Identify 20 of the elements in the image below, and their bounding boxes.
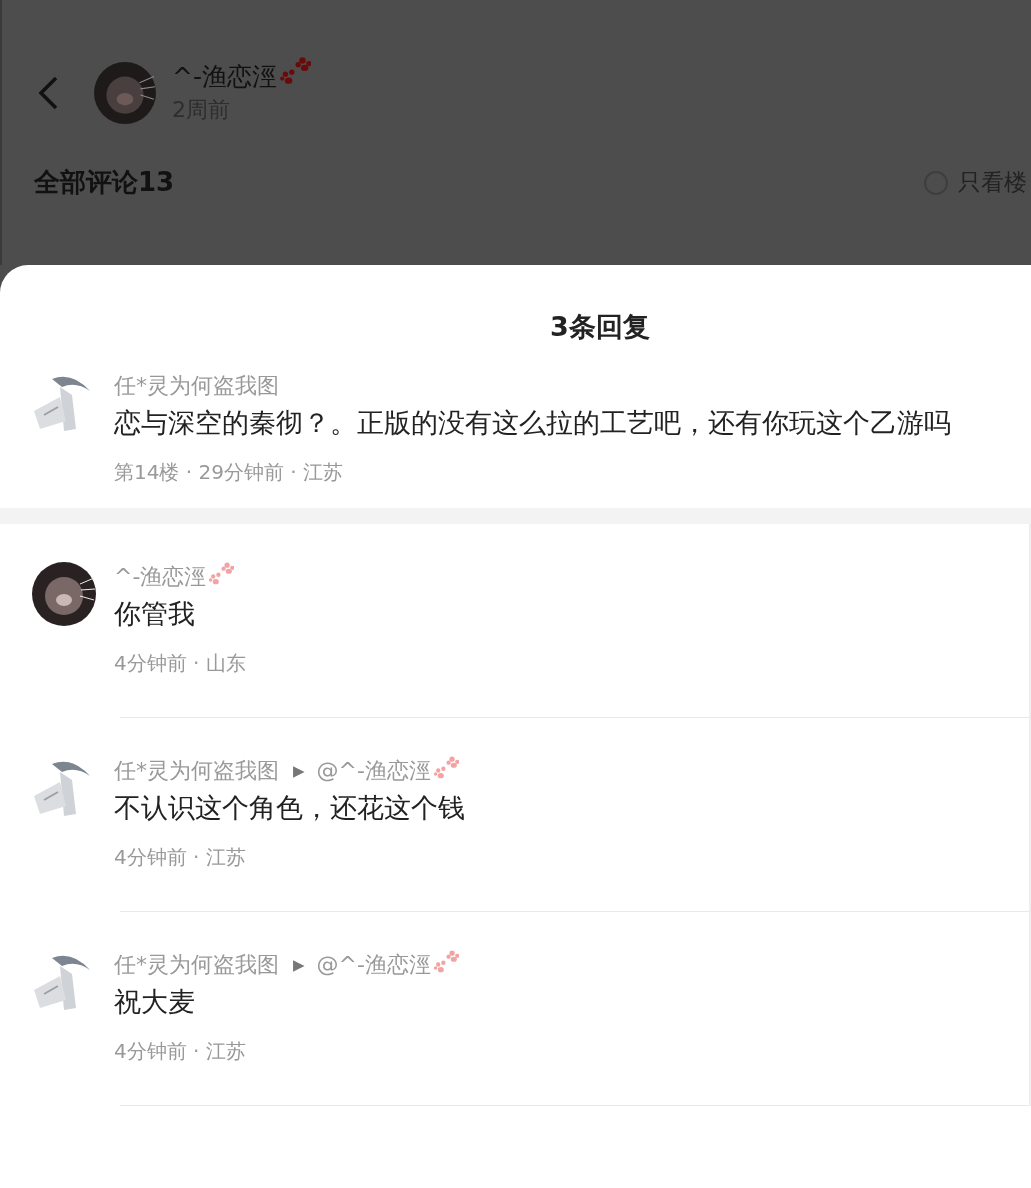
reply-text: 你管我 bbox=[114, 597, 196, 631]
reply-meta: 4分钟前 · 江苏 bbox=[114, 844, 247, 871]
comment-text: 恋与深空的秦彻？。正版的没有这么拉的工艺吧，还有你玩这个乙游吗 bbox=[114, 406, 951, 440]
mentioned-user[interactable]: @^-渔恋涇 bbox=[316, 950, 431, 980]
commenter-name[interactable]: 任*灵为何盗我图 bbox=[114, 950, 279, 980]
commenter-name[interactable]: 任*灵为何盗我图 bbox=[114, 756, 279, 786]
reply-text: 不认识这个角色，还花这个钱 bbox=[114, 791, 465, 825]
reply-arrow: ▶ bbox=[293, 762, 305, 780]
reply-meta: 4分钟前 · 江苏 bbox=[114, 1038, 247, 1065]
back-icon[interactable] bbox=[36, 74, 60, 111]
reply-arrow: ▶ bbox=[293, 956, 305, 974]
comments-title: 全部评论13 bbox=[34, 166, 175, 199]
author-name: ^-渔恋涇 bbox=[172, 61, 277, 93]
mentioned-user[interactable]: @^-渔恋涇 bbox=[316, 756, 431, 786]
reply-text: 祝大麦 bbox=[114, 985, 196, 1019]
comment-meta: 第14楼 · 29分钟前 · 江苏 bbox=[114, 459, 345, 486]
commenter-name[interactable]: 任*灵为何盗我图 bbox=[114, 371, 279, 401]
commenter-name[interactable]: ^-渔恋涇 bbox=[114, 562, 207, 592]
reply-meta: 4分钟前 · 山东 bbox=[114, 650, 246, 677]
sheet-title: 3条回复 bbox=[549, 310, 651, 344]
